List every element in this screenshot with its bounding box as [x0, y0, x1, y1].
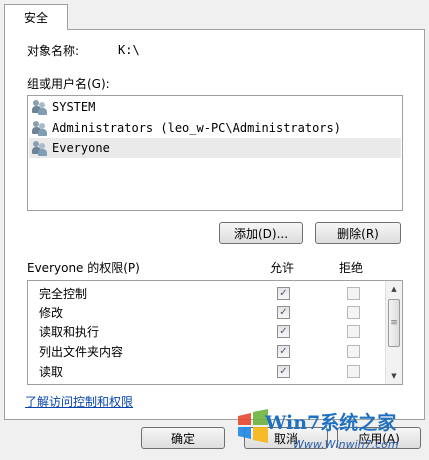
user-item-administrators[interactable]: Administrators (leo_w-PC\Administrators) — [32, 118, 341, 138]
user-name: SYSTEM — [52, 100, 96, 114]
security-panel: 对象名称: K:\ 组或用户名(G): SYSTEM Administrator… — [4, 29, 425, 420]
permissions-scrollbar[interactable]: ▲ ≡ ▼ — [385, 281, 402, 384]
group-users-label: 组或用户名(G): — [27, 77, 110, 91]
access-control-help-link[interactable]: 了解访问控制和权限 — [25, 393, 133, 410]
allow-checkbox[interactable]: ✓ — [277, 287, 290, 300]
permission-row: 读取和执行 — [39, 322, 99, 340]
permission-name: 列出文件夹内容 — [39, 344, 124, 359]
watermark: Win7系统之家 Www.Winwin7.com — [235, 402, 429, 460]
ok-button-label: 确定 — [170, 431, 195, 446]
user-list[interactable]: SYSTEM Administrators (leo_w-PC\Administ… — [27, 95, 403, 211]
user-group-icon — [32, 140, 48, 156]
watermark-url: Www.Winwin7.com — [293, 438, 399, 451]
allow-checkbox[interactable]: ✓ — [277, 325, 290, 338]
deny-checkbox[interactable] — [347, 325, 360, 338]
ok-button[interactable]: 确定 — [141, 427, 225, 449]
permission-name: 读取 — [39, 364, 64, 379]
object-name-label: 对象名称: — [27, 44, 80, 58]
remove-button-label: 删除(R) — [337, 226, 379, 241]
permission-name: 完全控制 — [39, 286, 88, 301]
user-item-system[interactable]: SYSTEM — [32, 97, 95, 117]
permissions-header: Everyone 的权限(P) — [27, 261, 140, 275]
deny-checkbox[interactable] — [347, 287, 360, 300]
permission-row: 修改 — [39, 303, 63, 321]
remove-button[interactable]: 删除(R) — [315, 222, 401, 244]
watermark-brand: Win7系统之家 — [265, 412, 397, 434]
user-name: Everyone — [52, 141, 110, 155]
deny-column-label: 拒绝 — [339, 261, 364, 275]
permission-row: 读取 — [39, 362, 63, 380]
scroll-up-icon[interactable]: ▲ — [386, 282, 402, 296]
user-item-everyone[interactable]: Everyone — [29, 138, 401, 158]
deny-checkbox[interactable] — [347, 306, 360, 319]
allow-column-label: 允许 — [270, 261, 295, 275]
user-group-icon — [32, 99, 48, 115]
tab-security-label: 安全 — [23, 11, 48, 25]
deny-checkbox[interactable] — [347, 345, 360, 358]
tab-security[interactable]: 安全 — [4, 4, 68, 30]
scroll-down-icon[interactable]: ▼ — [386, 369, 402, 383]
add-button-label: 添加(D)... — [233, 226, 289, 241]
user-name: Administrators (leo_w-PC\Administrators) — [52, 121, 341, 135]
deny-checkbox[interactable] — [347, 365, 360, 378]
allow-checkbox[interactable]: ✓ — [277, 345, 290, 358]
scrollbar-thumb[interactable]: ≡ — [388, 299, 400, 347]
permission-name: 修改 — [39, 305, 64, 320]
permission-name: 读取和执行 — [39, 324, 100, 339]
permission-row: 完全控制 — [39, 284, 87, 302]
permission-row: 列出文件夹内容 — [39, 342, 123, 360]
user-group-icon — [32, 120, 48, 136]
allow-checkbox[interactable]: ✓ — [277, 306, 290, 319]
permissions-list: 完全控制 修改 读取和执行 列出文件夹内容 读取 ✓ ✓ ✓ ✓ ✓ ▲ ≡ ▼ — [27, 280, 403, 385]
add-button[interactable]: 添加(D)... — [219, 222, 303, 244]
object-name-value: K:\ — [118, 43, 140, 57]
allow-checkbox[interactable]: ✓ — [277, 365, 290, 378]
